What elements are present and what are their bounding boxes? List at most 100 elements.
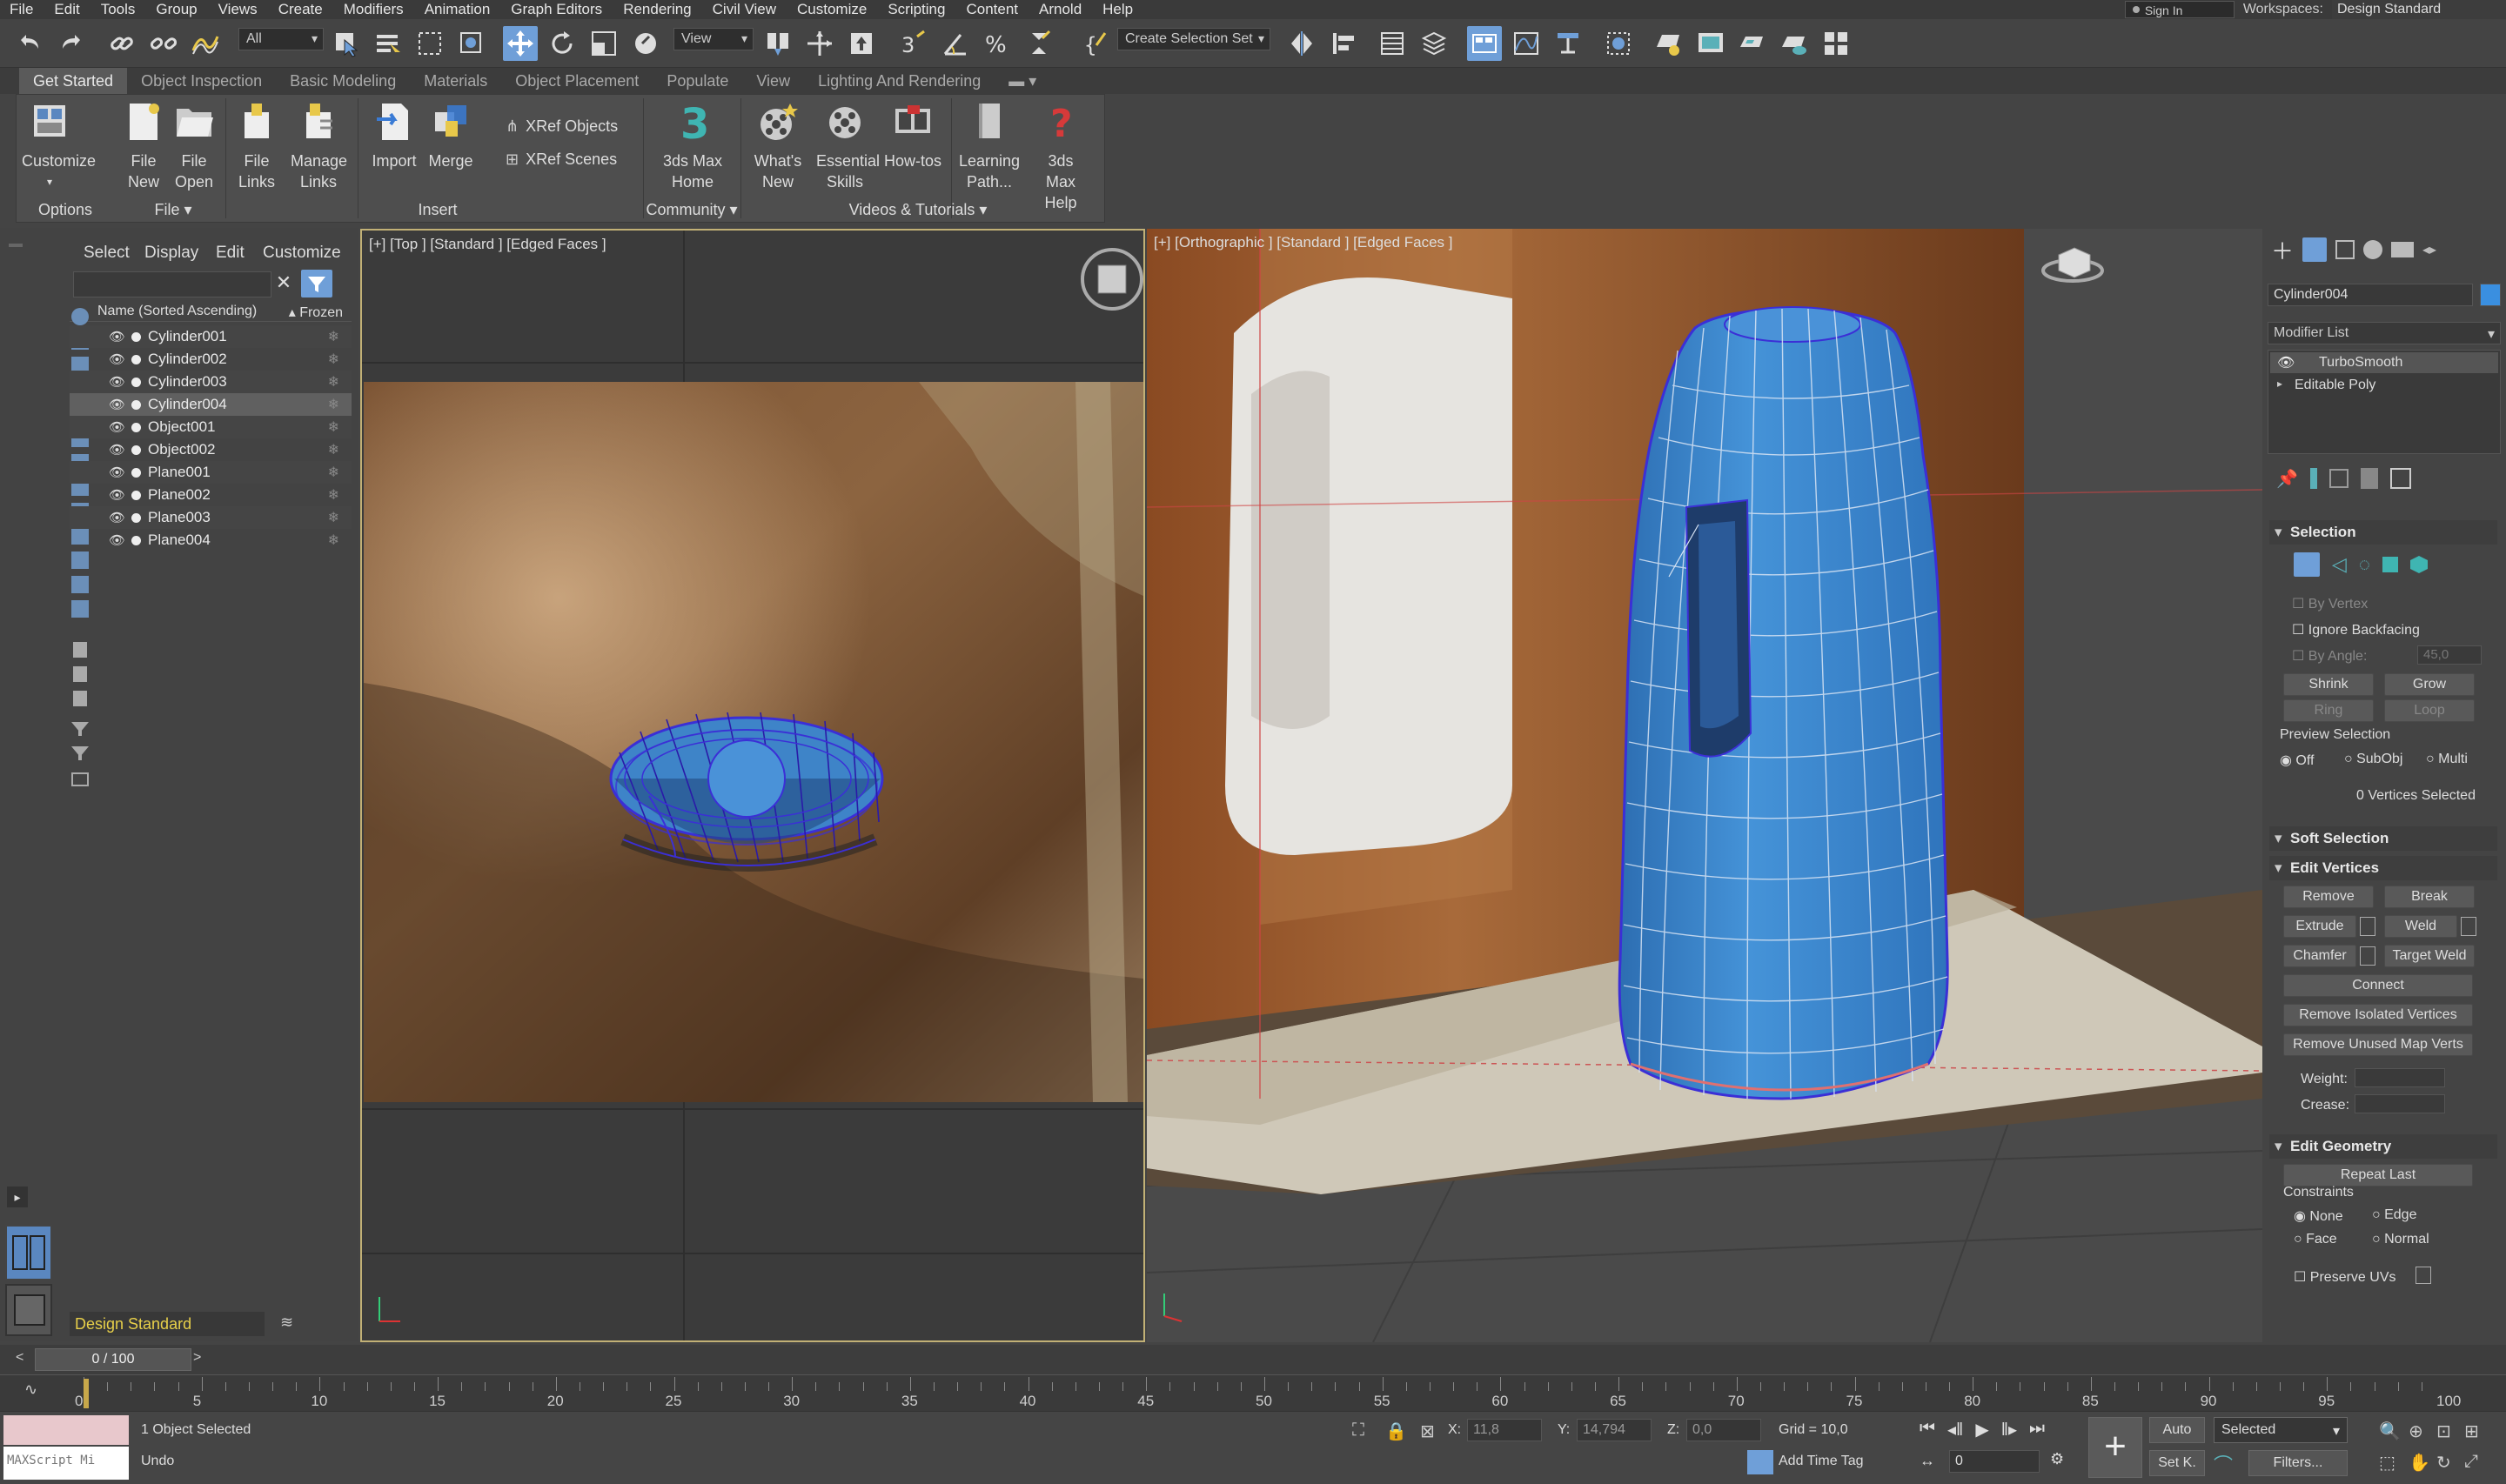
- viewcube-top[interactable]: [1081, 248, 1143, 311]
- constraint-none-radio[interactable]: ◉ None: [2294, 1207, 2343, 1225]
- rotate-icon[interactable]: [545, 26, 580, 61]
- tab-object-placement[interactable]: Object Placement: [501, 68, 653, 94]
- freeze-icon[interactable]: ❄: [328, 486, 339, 504]
- eye-icon[interactable]: 👁: [2277, 354, 2295, 371]
- menu-modifiers[interactable]: Modifiers: [334, 1, 415, 18]
- undo-icon[interactable]: [12, 26, 47, 61]
- weight-spinner[interactable]: [2355, 1068, 2445, 1087]
- preview-subobj-radio[interactable]: ○ SubObj: [2344, 752, 2402, 767]
- pivot-icon[interactable]: [761, 26, 795, 61]
- hierarchy-tab-icon[interactable]: [2335, 240, 2355, 259]
- chamfer-settings-icon[interactable]: [2360, 946, 2375, 966]
- menu-animation[interactable]: Animation: [415, 1, 502, 18]
- stack-item-turbosmooth[interactable]: 👁 TurboSmooth: [2270, 352, 2498, 373]
- sx-object-row[interactable]: 👁 Cylinder002 ❄: [70, 348, 352, 371]
- render-setup-icon[interactable]: [1652, 26, 1686, 61]
- time-next-icon[interactable]: >: [193, 1350, 211, 1369]
- customize-button[interactable]: Customize ▾: [22, 100, 96, 192]
- renderable-icon[interactable]: [131, 512, 141, 523]
- bind-spacewarp-icon[interactable]: [188, 26, 223, 61]
- layout-tab-expand-icon[interactable]: ▸: [7, 1187, 28, 1207]
- tab-object-inspection[interactable]: Object Inspection: [127, 68, 276, 94]
- renderable-icon[interactable]: [131, 354, 141, 364]
- utilities-tab-icon[interactable]: ◂▸: [2422, 241, 2436, 258]
- zoom-extents-icon[interactable]: ⊡: [2436, 1420, 2451, 1442]
- tab-populate[interactable]: Populate: [653, 68, 742, 94]
- break-button[interactable]: Break: [2384, 886, 2475, 908]
- sx-workspace-dropdown[interactable]: Design Standard: [70, 1312, 265, 1336]
- orbit-icon[interactable]: ↻: [2436, 1452, 2451, 1474]
- file-open-button[interactable]: File Open: [170, 100, 218, 192]
- crease-spinner[interactable]: [2355, 1094, 2445, 1113]
- merge-button[interactable]: Merge: [424, 100, 478, 171]
- menu-customize[interactable]: Customize: [787, 1, 878, 18]
- visibility-eye-icon[interactable]: 👁: [109, 487, 126, 503]
- sign-in-dropdown[interactable]: Sign In: [2124, 1, 2235, 18]
- filter-selected-icon[interactable]: [71, 746, 89, 760]
- sx-object-row[interactable]: 👁 Plane002 ❄: [70, 484, 352, 506]
- shrink-button[interactable]: Shrink: [2283, 673, 2374, 696]
- container-icon[interactable]: [71, 772, 89, 786]
- zoom-icon[interactable]: 🔍: [2379, 1420, 2401, 1442]
- menu-content[interactable]: Content: [956, 1, 1029, 18]
- xref-scenes-button[interactable]: ⊞ XRef Scenes: [506, 150, 617, 169]
- constraint-normal-radio[interactable]: ○ Normal: [2372, 1232, 2429, 1247]
- visibility-eye-icon[interactable]: 👁: [109, 351, 126, 367]
- preview-multi-radio[interactable]: ○ Multi: [2426, 752, 2468, 767]
- zoom-extents-all-icon[interactable]: ⊞: [2464, 1420, 2479, 1442]
- key-tangent-icon[interactable]: ⌒: [2214, 1450, 2240, 1476]
- viewport-ortho-label[interactable]: [+] [Orthographic ] [Standard ] [Edged F…: [1154, 234, 1453, 251]
- freeze-icon[interactable]: ❄: [328, 418, 339, 436]
- menu-rendering[interactable]: Rendering: [613, 1, 702, 18]
- viewport-top[interactable]: [+] [Top ] [Standard ] [Edged Faces ]: [360, 229, 1145, 1342]
- menu-help[interactable]: Help: [1093, 1, 1144, 18]
- connect-button[interactable]: Connect: [2283, 974, 2473, 997]
- sx-object-row[interactable]: 👁 Plane004 ❄: [70, 529, 352, 551]
- select-by-name-icon[interactable]: [371, 26, 405, 61]
- key-filters-button[interactable]: Filters...: [2248, 1450, 2348, 1476]
- container-filter-icon[interactable]: [71, 551, 89, 569]
- constraint-edge-radio[interactable]: ○ Edge: [2372, 1207, 2416, 1223]
- menu-file[interactable]: File: [0, 1, 44, 18]
- tab-materials[interactable]: Materials: [410, 68, 501, 94]
- maximize-viewport-icon[interactable]: ⤢: [2464, 1452, 2478, 1472]
- object-name-input[interactable]: Cylinder004: [2268, 284, 2473, 306]
- freeze-icon[interactable]: ❄: [328, 396, 339, 413]
- named-selection-set-dropdown[interactable]: Create Selection Set: [1117, 28, 1270, 50]
- howtos-button[interactable]: How-tos: [880, 100, 946, 171]
- sx-col-frozen[interactable]: ▴ Frozen: [289, 304, 343, 321]
- freeze-icon[interactable]: ❄: [328, 464, 339, 481]
- set-key-icon[interactable]: +: [2088, 1417, 2142, 1478]
- curve-editor-mini-icon[interactable]: ∿: [24, 1380, 37, 1399]
- x-coordinate-field[interactable]: 11,8: [1467, 1419, 1542, 1441]
- sx-object-row[interactable]: 👁 Plane003 ❄: [70, 506, 352, 529]
- goto-end-icon[interactable]: ⏭: [2029, 1419, 2045, 1445]
- element-mode-icon[interactable]: [2410, 556, 2428, 573]
- pan-icon[interactable]: ✋: [2409, 1452, 2430, 1474]
- show-end-result-icon[interactable]: [2309, 468, 2317, 489]
- visibility-eye-icon[interactable]: 👁: [109, 419, 126, 435]
- group-community-label[interactable]: Community ▾: [643, 197, 740, 222]
- preview-off-radio[interactable]: ◉ Off: [2280, 752, 2314, 769]
- target-weld-button[interactable]: Target Weld: [2384, 945, 2475, 967]
- repeat-last-button[interactable]: Repeat Last: [2283, 1164, 2473, 1187]
- configure-modifier-sets-icon[interactable]: [2389, 468, 2411, 489]
- renderable-icon[interactable]: [131, 377, 141, 387]
- scene-explorer-icon[interactable]: [1375, 26, 1410, 61]
- percent-snap-icon[interactable]: %: [980, 26, 1015, 61]
- menu-tools[interactable]: Tools: [91, 1, 147, 18]
- chamfer-button[interactable]: Chamfer: [2283, 945, 2356, 967]
- goto-start-icon[interactable]: ⏮: [1920, 1419, 1935, 1445]
- group-file-label[interactable]: File ▾: [114, 197, 232, 222]
- select-children-icon[interactable]: [73, 691, 87, 706]
- visibility-eye-icon[interactable]: 👁: [109, 442, 126, 458]
- menu-edit[interactable]: Edit: [44, 1, 90, 18]
- remove-button[interactable]: Remove: [2283, 886, 2374, 908]
- menu-create[interactable]: Create: [269, 1, 334, 18]
- stack-item-editable-poly[interactable]: ▸ Editable Poly: [2270, 375, 2498, 396]
- visibility-eye-icon[interactable]: 👁: [109, 329, 126, 344]
- ignore-backfacing-checkbox[interactable]: ☐ Ignore Backfacing: [2292, 621, 2420, 638]
- layers-icon[interactable]: ≋: [280, 1314, 301, 1334]
- menu-views[interactable]: Views: [209, 1, 269, 18]
- field-of-view-icon[interactable]: ⬚: [2379, 1452, 2395, 1474]
